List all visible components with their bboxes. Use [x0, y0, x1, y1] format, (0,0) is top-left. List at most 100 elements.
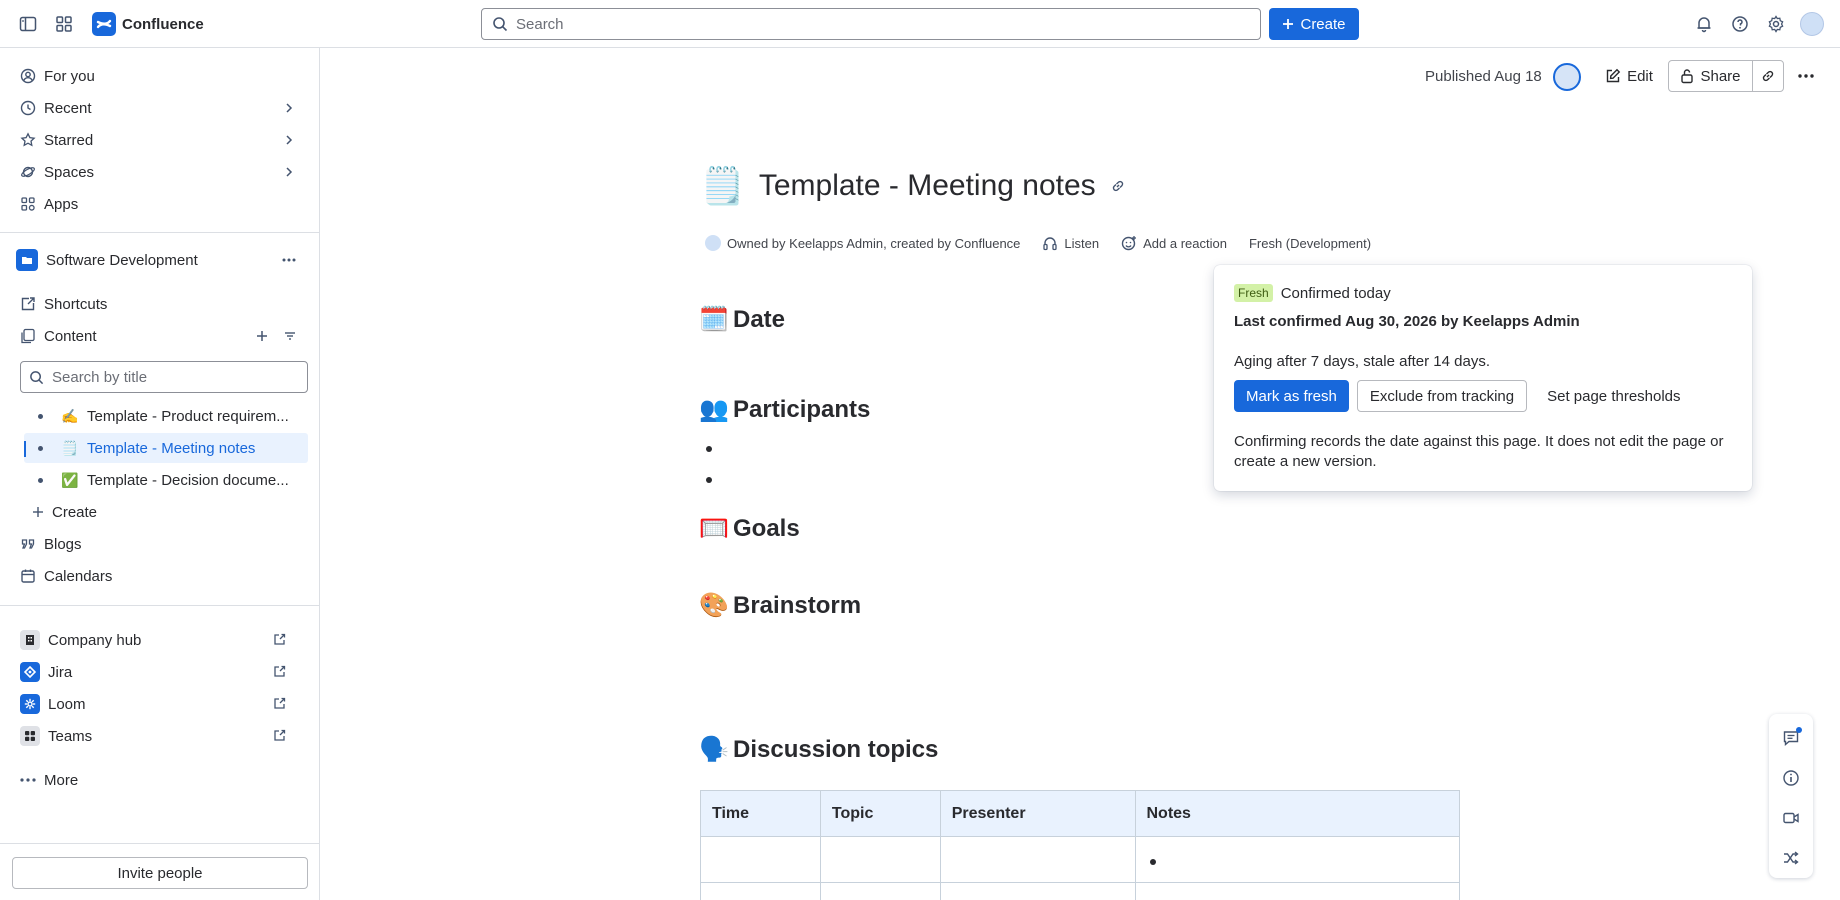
sidebar-item-more[interactable]: More — [12, 766, 308, 794]
quote-icon — [21, 539, 35, 549]
heading-text: Brainstorm — [733, 591, 862, 619]
page-title: Template - Meeting notes — [758, 169, 1096, 202]
edit-button[interactable]: Edit — [1597, 60, 1661, 92]
sidebar: For you Recent Starred Spaces Apps Softw… — [0, 48, 320, 900]
space-header[interactable]: Software Development — [12, 246, 308, 274]
filter-icon[interactable] — [284, 330, 296, 342]
sidebar-item-content[interactable]: Content — [12, 322, 308, 350]
sidebar-app-company-hub[interactable]: Company hub — [12, 626, 308, 654]
search-by-title-input[interactable]: Search by title — [20, 361, 308, 393]
chevron-right-icon[interactable] — [282, 165, 296, 179]
tree-item-product-requirements[interactable]: ✍️ Template - Product requirem... — [24, 401, 308, 431]
sidebar-app-jira[interactable]: Jira — [12, 658, 308, 686]
heading-emoji: 🥅 — [699, 515, 729, 542]
sidebar-item-for-you[interactable]: For you — [12, 62, 308, 90]
table-cell[interactable] — [1134, 882, 1460, 900]
more-options-icon[interactable] — [282, 258, 296, 262]
page-byline: Owned by Keelapps Admin, created by Conf… — [705, 233, 1371, 253]
page-details-button[interactable] — [1779, 766, 1803, 790]
aging-text: Aging after 7 days, stale after 14 days. — [1234, 353, 1490, 370]
heading-emoji: 🗓️ — [699, 306, 729, 333]
mark-as-fresh-button[interactable]: Mark as fresh — [1234, 380, 1349, 412]
heading-text: Goals — [733, 514, 800, 542]
sidebar-app-loom[interactable]: Loom — [12, 690, 308, 718]
list-item[interactable] — [706, 446, 712, 452]
heading-goals: 🥅 Goals — [699, 514, 800, 543]
create-button[interactable]: Create — [1269, 8, 1359, 40]
copy-link-button[interactable] — [1753, 61, 1783, 91]
sidebar-item-spaces[interactable]: Spaces — [12, 158, 308, 186]
add-reaction-button[interactable]: Add a reaction — [1143, 236, 1227, 251]
confirmed-text: Confirmed today — [1280, 284, 1391, 302]
chevron-right-icon[interactable] — [282, 101, 296, 115]
sidebar-item-shortcuts[interactable]: Shortcuts — [12, 290, 308, 318]
global-search-input[interactable]: Search — [481, 8, 1261, 40]
published-date[interactable]: Published Aug 18 — [1425, 64, 1542, 88]
external-link-icon — [274, 633, 286, 645]
notifications-bell-icon[interactable] — [1692, 12, 1716, 36]
add-content-plus-icon[interactable] — [256, 330, 268, 342]
sidebar-toggle-icon[interactable] — [16, 12, 40, 36]
settings-gear-icon[interactable] — [1764, 12, 1788, 36]
plus-icon — [1283, 19, 1294, 29]
page-owner-avatar[interactable] — [1553, 63, 1581, 91]
owner-text[interactable]: Owned by Keelapps Admin, created by Conf… — [727, 236, 1020, 251]
table-cell[interactable] — [700, 836, 821, 883]
top-navigation-bar: Confluence Search Create — [0, 0, 1840, 48]
page-title-emoji[interactable]: 🗒️ — [700, 165, 745, 207]
owner-avatar[interactable] — [705, 235, 721, 251]
table-cell[interactable] — [700, 882, 821, 900]
external-link-icon — [274, 697, 286, 709]
table-cell[interactable] — [1134, 836, 1460, 883]
table-header-cell[interactable]: Notes — [1134, 790, 1460, 837]
table-row — [700, 882, 1460, 900]
table-header-row: Time Topic Presenter Notes — [700, 790, 1460, 837]
table-cell[interactable] — [819, 882, 941, 900]
chevron-right-icon[interactable] — [282, 133, 296, 147]
list-item[interactable] — [706, 477, 712, 483]
page-more-actions-button[interactable] — [1792, 62, 1820, 90]
app-switcher-icon[interactable] — [52, 12, 76, 36]
set-page-thresholds-button[interactable]: Set page thresholds — [1535, 380, 1692, 412]
tree-item-decision-document[interactable]: ✅ Template - Decision docume... — [24, 465, 308, 495]
ai-shuffle-button[interactable] — [1779, 846, 1803, 870]
sidebar-item-recent[interactable]: Recent — [12, 94, 308, 122]
exclude-from-tracking-button[interactable]: Exclude from tracking — [1356, 380, 1528, 412]
tree-item-meeting-notes[interactable]: 🗒️ Template - Meeting notes — [24, 433, 308, 463]
pages-icon — [21, 328, 35, 344]
sidebar-item-label: For you — [44, 67, 95, 85]
sidebar-app-teams[interactable]: Teams — [12, 722, 308, 750]
table-header-cell[interactable]: Time — [700, 790, 821, 837]
table-cell[interactable] — [939, 882, 1136, 900]
share-button[interactable]: Share — [1669, 61, 1753, 91]
user-avatar[interactable] — [1800, 12, 1824, 36]
heading-brainstorm: 🎨 Brainstorm — [699, 591, 861, 620]
page-emoji: ✅ — [61, 471, 79, 488]
listen-button[interactable]: Listen — [1064, 236, 1099, 251]
table-header-cell[interactable]: Presenter — [939, 790, 1136, 837]
planet-icon — [21, 166, 35, 178]
sidebar-item-apps[interactable]: Apps — [12, 190, 308, 218]
sidebar-item-blogs[interactable]: Blogs — [12, 530, 308, 558]
headphones-icon — [1043, 237, 1058, 251]
table-cell[interactable] — [819, 836, 941, 883]
freshness-status-button[interactable]: Fresh (Development) — [1249, 236, 1371, 251]
table-cell[interactable] — [939, 836, 1136, 883]
table-header-cell[interactable]: Topic — [819, 790, 941, 837]
page-emoji: 🗒️ — [61, 439, 79, 456]
copy-link-icon[interactable] — [1110, 178, 1126, 194]
tree-create-button[interactable]: Create — [24, 498, 308, 526]
sidebar-item-starred[interactable]: Starred — [12, 126, 308, 154]
tree-create-label: Create — [52, 503, 98, 521]
shuffle-icon — [1784, 851, 1799, 865]
external-link-icon — [274, 665, 286, 677]
heading-discussion-topics: 🗣️ Discussion topics — [699, 735, 938, 764]
sidebar-item-calendars[interactable]: Calendars — [12, 562, 308, 590]
comments-button[interactable] — [1779, 726, 1803, 750]
sidebar-item-label: Shortcuts — [44, 295, 108, 313]
heading-participants: 👥 Participants — [699, 395, 870, 424]
help-icon[interactable] — [1728, 12, 1752, 36]
confluence-logo[interactable]: Confluence — [92, 12, 204, 36]
record-video-button[interactable] — [1779, 806, 1803, 830]
invite-people-button[interactable]: Invite people — [12, 857, 308, 889]
